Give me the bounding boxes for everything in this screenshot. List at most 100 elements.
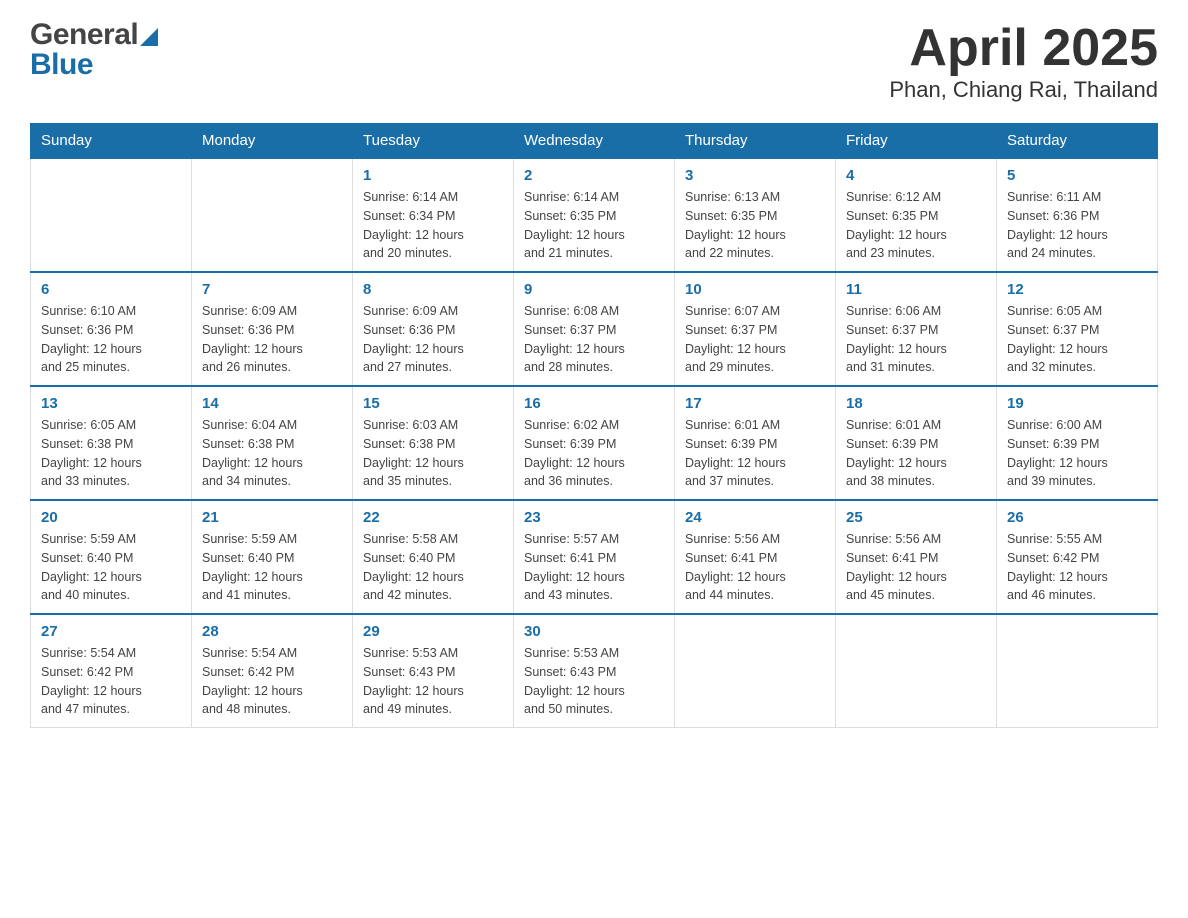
calendar-cell-w4-d6: 26 Sunrise: 5:55 AM Sunset: 6:42 PM Dayli… bbox=[997, 500, 1158, 614]
day-info: Sunrise: 5:55 AM Sunset: 6:42 PM Dayligh… bbox=[1007, 530, 1147, 605]
day-number: 21 bbox=[202, 509, 342, 526]
day-info: Sunrise: 5:54 AM Sunset: 6:42 PM Dayligh… bbox=[41, 644, 181, 719]
logo-general-text: General bbox=[30, 20, 138, 50]
day-info: Sunrise: 5:53 AM Sunset: 6:43 PM Dayligh… bbox=[363, 644, 503, 719]
day-info: Sunrise: 6:14 AM Sunset: 6:35 PM Dayligh… bbox=[524, 188, 664, 263]
day-info: Sunrise: 6:14 AM Sunset: 6:34 PM Dayligh… bbox=[363, 188, 503, 263]
calendar-week-4: 20 Sunrise: 5:59 AM Sunset: 6:40 PM Dayli… bbox=[31, 500, 1158, 614]
calendar-cell-w4-d4: 24 Sunrise: 5:56 AM Sunset: 6:41 PM Dayli… bbox=[675, 500, 836, 614]
day-info: Sunrise: 6:10 AM Sunset: 6:36 PM Dayligh… bbox=[41, 302, 181, 377]
day-info: Sunrise: 6:09 AM Sunset: 6:36 PM Dayligh… bbox=[202, 302, 342, 377]
day-number: 11 bbox=[846, 281, 986, 298]
header-friday: Friday bbox=[836, 124, 997, 159]
day-info: Sunrise: 5:58 AM Sunset: 6:40 PM Dayligh… bbox=[363, 530, 503, 605]
day-info: Sunrise: 6:13 AM Sunset: 6:35 PM Dayligh… bbox=[685, 188, 825, 263]
day-info: Sunrise: 5:56 AM Sunset: 6:41 PM Dayligh… bbox=[685, 530, 825, 605]
day-info: Sunrise: 5:57 AM Sunset: 6:41 PM Dayligh… bbox=[524, 530, 664, 605]
calendar-cell-w5-d2: 29 Sunrise: 5:53 AM Sunset: 6:43 PM Dayli… bbox=[353, 614, 514, 728]
calendar-cell-w1-d3: 2Sunrise: 6:14 AM Sunset: 6:35 PM Daylig… bbox=[514, 158, 675, 272]
day-number: 5 bbox=[1007, 167, 1147, 184]
calendar-cell-w5-d1: 28 Sunrise: 5:54 AM Sunset: 6:42 PM Dayli… bbox=[192, 614, 353, 728]
day-number: 29 bbox=[363, 623, 503, 640]
calendar-cell-w3-d4: 17Sunrise: 6:01 AM Sunset: 6:39 PM Dayli… bbox=[675, 386, 836, 500]
calendar-cell-w1-d5: 4 Sunrise: 6:12 AM Sunset: 6:35 PM Daylig… bbox=[836, 158, 997, 272]
day-number: 27 bbox=[41, 623, 181, 640]
calendar-cell-w2-d4: 10Sunrise: 6:07 AM Sunset: 6:37 PM Dayli… bbox=[675, 272, 836, 386]
day-info: Sunrise: 6:03 AM Sunset: 6:38 PM Dayligh… bbox=[363, 416, 503, 491]
day-number: 17 bbox=[685, 395, 825, 412]
calendar-cell-w3-d1: 14 Sunrise: 6:04 AM Sunset: 6:38 PM Dayli… bbox=[192, 386, 353, 500]
calendar-cell-w1-d6: 5Sunrise: 6:11 AM Sunset: 6:36 PM Daylig… bbox=[997, 158, 1158, 272]
day-info: Sunrise: 5:59 AM Sunset: 6:40 PM Dayligh… bbox=[41, 530, 181, 605]
day-number: 18 bbox=[846, 395, 986, 412]
day-number: 23 bbox=[524, 509, 664, 526]
day-number: 14 bbox=[202, 395, 342, 412]
calendar-cell-w5-d5 bbox=[836, 614, 997, 728]
calendar-cell-w2-d1: 7 Sunrise: 6:09 AM Sunset: 6:36 PM Daylig… bbox=[192, 272, 353, 386]
day-number: 24 bbox=[685, 509, 825, 526]
calendar-cell-w1-d1 bbox=[192, 158, 353, 272]
day-info: Sunrise: 6:05 AM Sunset: 6:37 PM Dayligh… bbox=[1007, 302, 1147, 377]
calendar-week-3: 13 Sunrise: 6:05 AM Sunset: 6:38 PM Dayli… bbox=[31, 386, 1158, 500]
day-number: 13 bbox=[41, 395, 181, 412]
logo-blue-text: Blue bbox=[30, 48, 93, 81]
calendar-cell-w3-d3: 16 Sunrise: 6:02 AM Sunset: 6:39 PM Dayli… bbox=[514, 386, 675, 500]
day-number: 26 bbox=[1007, 509, 1147, 526]
calendar-cell-w3-d6: 19Sunrise: 6:00 AM Sunset: 6:39 PM Dayli… bbox=[997, 386, 1158, 500]
header-wednesday: Wednesday bbox=[514, 124, 675, 159]
day-info: Sunrise: 6:07 AM Sunset: 6:37 PM Dayligh… bbox=[685, 302, 825, 377]
header-monday: Monday bbox=[192, 124, 353, 159]
day-info: Sunrise: 6:02 AM Sunset: 6:39 PM Dayligh… bbox=[524, 416, 664, 491]
day-number: 7 bbox=[202, 281, 342, 298]
calendar-cell-w5-d3: 30 Sunrise: 5:53 AM Sunset: 6:43 PM Dayli… bbox=[514, 614, 675, 728]
page-title: April 2025 bbox=[889, 20, 1158, 77]
calendar-cell-w3-d5: 18Sunrise: 6:01 AM Sunset: 6:39 PM Dayli… bbox=[836, 386, 997, 500]
day-info: Sunrise: 6:09 AM Sunset: 6:36 PM Dayligh… bbox=[363, 302, 503, 377]
calendar-cell-w5-d4 bbox=[675, 614, 836, 728]
calendar-cell-w2-d2: 8 Sunrise: 6:09 AM Sunset: 6:36 PM Daylig… bbox=[353, 272, 514, 386]
calendar-cell-w1-d2: 1 Sunrise: 6:14 AM Sunset: 6:34 PM Daylig… bbox=[353, 158, 514, 272]
day-number: 16 bbox=[524, 395, 664, 412]
day-number: 22 bbox=[363, 509, 503, 526]
day-number: 28 bbox=[202, 623, 342, 640]
calendar-cell-w4-d2: 22 Sunrise: 5:58 AM Sunset: 6:40 PM Dayli… bbox=[353, 500, 514, 614]
day-number: 6 bbox=[41, 281, 181, 298]
logo-triangle-icon bbox=[140, 28, 158, 46]
calendar-cell-w2-d6: 12 Sunrise: 6:05 AM Sunset: 6:37 PM Dayli… bbox=[997, 272, 1158, 386]
day-number: 8 bbox=[363, 281, 503, 298]
day-info: Sunrise: 5:54 AM Sunset: 6:42 PM Dayligh… bbox=[202, 644, 342, 719]
day-number: 9 bbox=[524, 281, 664, 298]
calendar-cell-w5-d0: 27 Sunrise: 5:54 AM Sunset: 6:42 PM Dayli… bbox=[31, 614, 192, 728]
day-info: Sunrise: 6:08 AM Sunset: 6:37 PM Dayligh… bbox=[524, 302, 664, 377]
day-number: 3 bbox=[685, 167, 825, 184]
calendar-cell-w3-d0: 13 Sunrise: 6:05 AM Sunset: 6:38 PM Dayli… bbox=[31, 386, 192, 500]
day-info: Sunrise: 5:53 AM Sunset: 6:43 PM Dayligh… bbox=[524, 644, 664, 719]
calendar-table: Sunday Monday Tuesday Wednesday Thursday… bbox=[30, 123, 1158, 728]
calendar-cell-w4-d3: 23 Sunrise: 5:57 AM Sunset: 6:41 PM Dayli… bbox=[514, 500, 675, 614]
day-number: 12 bbox=[1007, 281, 1147, 298]
day-info: Sunrise: 6:05 AM Sunset: 6:38 PM Dayligh… bbox=[41, 416, 181, 491]
calendar-header-row: Sunday Monday Tuesday Wednesday Thursday… bbox=[31, 124, 1158, 159]
day-info: Sunrise: 6:04 AM Sunset: 6:38 PM Dayligh… bbox=[202, 416, 342, 491]
header-saturday: Saturday bbox=[997, 124, 1158, 159]
day-info: Sunrise: 5:59 AM Sunset: 6:40 PM Dayligh… bbox=[202, 530, 342, 605]
page-header: General Blue April 2025 Phan, Chiang Rai… bbox=[30, 20, 1158, 103]
calendar-cell-w4-d5: 25Sunrise: 5:56 AM Sunset: 6:41 PM Dayli… bbox=[836, 500, 997, 614]
calendar-week-1: 1 Sunrise: 6:14 AM Sunset: 6:34 PM Daylig… bbox=[31, 158, 1158, 272]
calendar-cell-w4-d1: 21 Sunrise: 5:59 AM Sunset: 6:40 PM Dayli… bbox=[192, 500, 353, 614]
header-tuesday: Tuesday bbox=[353, 124, 514, 159]
day-number: 30 bbox=[524, 623, 664, 640]
header-thursday: Thursday bbox=[675, 124, 836, 159]
calendar-cell-w2-d5: 11 Sunrise: 6:06 AM Sunset: 6:37 PM Dayli… bbox=[836, 272, 997, 386]
day-info: Sunrise: 6:12 AM Sunset: 6:35 PM Dayligh… bbox=[846, 188, 986, 263]
day-number: 1 bbox=[363, 167, 503, 184]
day-number: 4 bbox=[846, 167, 986, 184]
day-number: 20 bbox=[41, 509, 181, 526]
day-info: Sunrise: 5:56 AM Sunset: 6:41 PM Dayligh… bbox=[846, 530, 986, 605]
calendar-cell-w3-d2: 15Sunrise: 6:03 AM Sunset: 6:38 PM Dayli… bbox=[353, 386, 514, 500]
day-info: Sunrise: 6:06 AM Sunset: 6:37 PM Dayligh… bbox=[846, 302, 986, 377]
calendar-cell-w2-d3: 9 Sunrise: 6:08 AM Sunset: 6:37 PM Daylig… bbox=[514, 272, 675, 386]
title-block: April 2025 Phan, Chiang Rai, Thailand bbox=[889, 20, 1158, 103]
page-subtitle: Phan, Chiang Rai, Thailand bbox=[889, 77, 1158, 103]
calendar-week-5: 27 Sunrise: 5:54 AM Sunset: 6:42 PM Dayli… bbox=[31, 614, 1158, 728]
